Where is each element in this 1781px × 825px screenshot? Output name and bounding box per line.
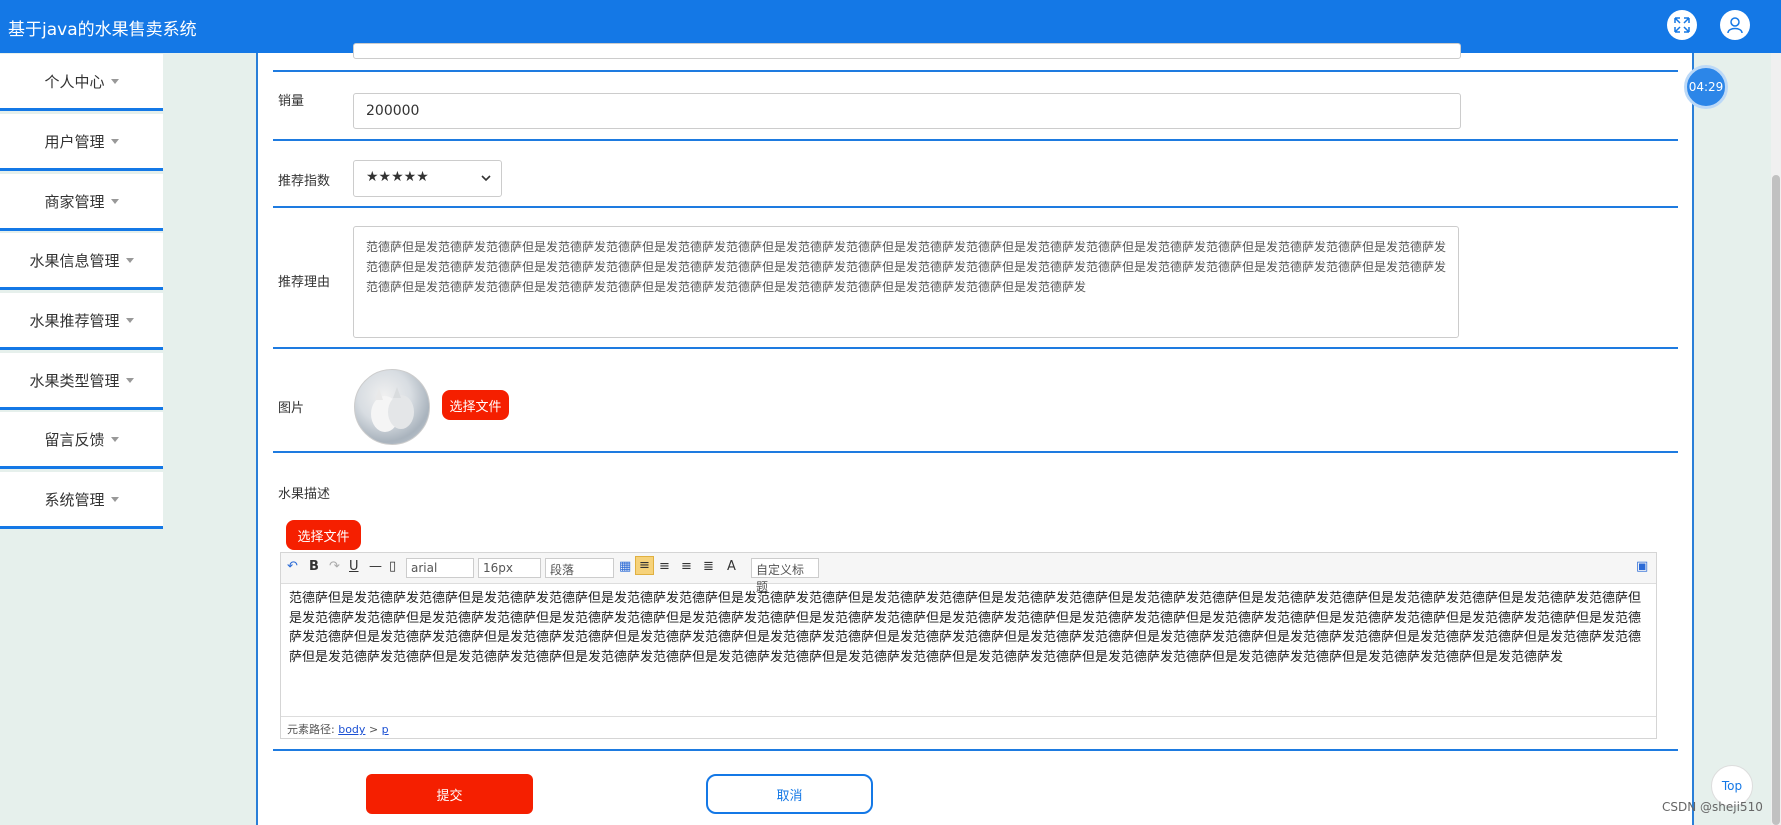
sidebar-item-fruit-recommend[interactable]: 水果推荐管理 <box>0 293 163 350</box>
path-separator: > <box>368 723 379 736</box>
element-path-label: 元素路径: <box>287 723 335 736</box>
reason-label: 推荐理由 <box>278 275 331 290</box>
divider <box>273 347 1678 349</box>
editor-toolbar: ↶ B ↷ U — ▯ arial 16px 段落 ▦ ≡ ≡ ≡ ≣ A 自定… <box>281 553 1656 594</box>
font-size-value: 16px <box>483 561 513 575</box>
caret-down-icon <box>110 78 119 84</box>
editor-content[interactable]: 范德萨但是发范德萨发范德萨但是发范德萨发范德萨但是发范德萨发范德萨但是发范德萨发… <box>289 589 1651 689</box>
sidebar-item-label: 水果推荐管理 <box>29 311 120 330</box>
sidebar-item-label: 系统管理 <box>44 490 105 509</box>
element-path-bar: 元素路径: body > p <box>281 716 1656 738</box>
divider <box>273 451 1678 453</box>
sidebar-item-label: 留言反馈 <box>44 430 105 449</box>
source-code-icon[interactable]: ▣ <box>1636 559 1648 574</box>
paragraph-value: 段落 <box>550 563 575 577</box>
page-icon[interactable]: ▯ <box>389 559 396 574</box>
image-choose-file-button[interactable]: 选择文件 <box>442 390 509 420</box>
timer-badge: 04:29 <box>1684 65 1728 109</box>
font-family-select[interactable]: arial <box>406 558 474 578</box>
sidebar-item-label: 水果类型管理 <box>29 371 120 390</box>
divider <box>273 749 1678 751</box>
undo-icon[interactable]: ↶ <box>287 559 298 574</box>
sidebar-item-label: 个人中心 <box>44 72 105 91</box>
rating-select[interactable]: ★★★★★ <box>353 160 502 197</box>
description-label: 水果描述 <box>278 487 331 502</box>
sidebar-item-feedback[interactable]: 留言反馈 <box>0 412 163 469</box>
sales-input[interactable]: 200000 <box>353 93 1461 129</box>
main-form: 销量 200000 推荐指数 ★★★★★ 推荐理由 范德萨但是发范德萨发范德萨但… <box>256 43 1694 825</box>
sidebar: 个人中心 用户管理 商家管理 水果信息管理 水果推荐管理 水果类型管理 留言反馈… <box>0 53 163 825</box>
sidebar-item-label: 水果信息管理 <box>29 251 120 270</box>
align-left-icon[interactable]: ≡ <box>635 556 654 575</box>
font-size-select[interactable]: 16px <box>478 558 541 578</box>
caret-down-icon <box>110 436 119 442</box>
fullscreen-icon[interactable] <box>1667 10 1697 40</box>
divider <box>273 70 1678 72</box>
underline-icon[interactable]: U <box>349 559 359 574</box>
caret-down-icon <box>110 138 119 144</box>
align-center-icon[interactable]: ≡ <box>659 559 670 574</box>
sales-label: 销量 <box>278 94 305 109</box>
rich-text-editor: ↶ B ↷ U — ▯ arial 16px 段落 ▦ ≡ ≡ ≡ ≣ A 自定… <box>280 552 1657 739</box>
sidebar-item-user-management[interactable]: 用户管理 <box>0 114 163 171</box>
sidebar-item-system[interactable]: 系统管理 <box>0 472 163 529</box>
rating-value: ★★★★★ <box>366 169 429 185</box>
sidebar-item-label: 商家管理 <box>44 192 105 211</box>
paragraph-select[interactable]: 段落 <box>545 558 614 578</box>
user-icon[interactable] <box>1720 10 1750 40</box>
description-choose-file-button[interactable]: 选择文件 <box>286 520 361 550</box>
justify-icon[interactable]: ≣ <box>703 559 714 574</box>
path-p-link[interactable]: p <box>382 723 389 736</box>
app-title: 基于java的水果售卖系统 <box>8 20 197 40</box>
submit-button[interactable]: 提交 <box>366 774 533 814</box>
scrollbar-thumb[interactable] <box>1772 175 1780 825</box>
previous-field-input[interactable] <box>353 43 1461 59</box>
bold-icon[interactable]: B <box>309 559 319 574</box>
rating-label: 推荐指数 <box>278 174 331 189</box>
image-label: 图片 <box>278 401 305 416</box>
fruit-image-preview <box>354 369 430 445</box>
divider <box>273 206 1678 208</box>
reason-textarea[interactable]: 范德萨但是发范德萨发范德萨但是发范德萨发范德萨但是发范德萨发范德萨但是发范德萨发… <box>353 226 1459 338</box>
sidebar-item-label: 用户管理 <box>44 132 105 151</box>
sidebar-item-fruit-type[interactable]: 水果类型管理 <box>0 353 163 410</box>
font-family-value: arial <box>411 561 438 575</box>
cancel-button[interactable]: 取消 <box>706 774 873 814</box>
caret-down-icon <box>125 317 134 323</box>
chevron-down-icon <box>481 175 491 182</box>
custom-title-select[interactable]: 自定义标题 <box>751 558 819 594</box>
path-body-link[interactable]: body <box>338 723 365 736</box>
sidebar-item-fruit-info[interactable]: 水果信息管理 <box>0 233 163 290</box>
caret-down-icon <box>125 257 134 263</box>
sidebar-item-personal-center[interactable]: 个人中心 <box>0 54 163 111</box>
font-color-icon[interactable]: A <box>727 559 736 574</box>
divider <box>273 139 1678 141</box>
table-icon[interactable]: ▦ <box>619 559 631 574</box>
horizontal-rule-icon[interactable]: — <box>369 559 382 574</box>
sidebar-item-merchant-management[interactable]: 商家管理 <box>0 174 163 231</box>
caret-down-icon <box>125 377 134 383</box>
caret-down-icon <box>110 496 119 502</box>
watermark: CSDN @sheji510 <box>1662 800 1763 814</box>
redo-icon[interactable]: ↷ <box>329 559 340 574</box>
caret-down-icon <box>110 198 119 204</box>
align-right-icon[interactable]: ≡ <box>681 559 692 574</box>
